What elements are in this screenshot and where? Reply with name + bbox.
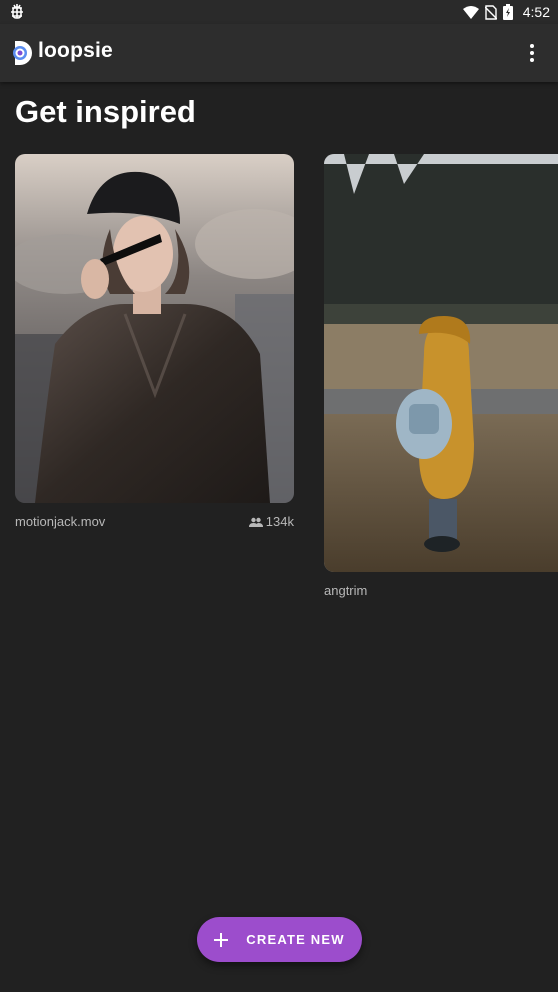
inspiration-card[interactable]: angtrim [324,154,558,604]
loopsie-logo-icon [13,41,32,65]
more-vert-icon[interactable] [520,41,544,65]
plus-icon [214,932,229,947]
status-bar: 4:52 [0,0,558,24]
card-caption: motionjack.mov [15,514,106,529]
wifi-icon [462,6,479,19]
app-name: loopsie [38,39,113,62]
create-new-label: CREATE NEW [246,932,345,947]
view-count: 134k [248,514,294,529]
app-bar: loopsie [0,24,558,82]
inspiration-card[interactable]: motionjack.mov 134k [15,154,294,534]
card-thumbnail-image[interactable] [324,154,558,572]
battery-charging-icon [502,4,513,20]
people-icon [248,517,263,527]
no-sim-icon [484,4,497,20]
status-time: 4:52 [522,4,550,20]
card-caption: angtrim [324,583,368,598]
page-title: Get inspired [15,94,196,129]
create-new-button[interactable]: CREATE NEW [197,917,362,962]
card-thumbnail-image[interactable] [15,154,294,503]
debug-bug-icon [11,4,23,19]
view-count-value: 134k [265,514,294,529]
